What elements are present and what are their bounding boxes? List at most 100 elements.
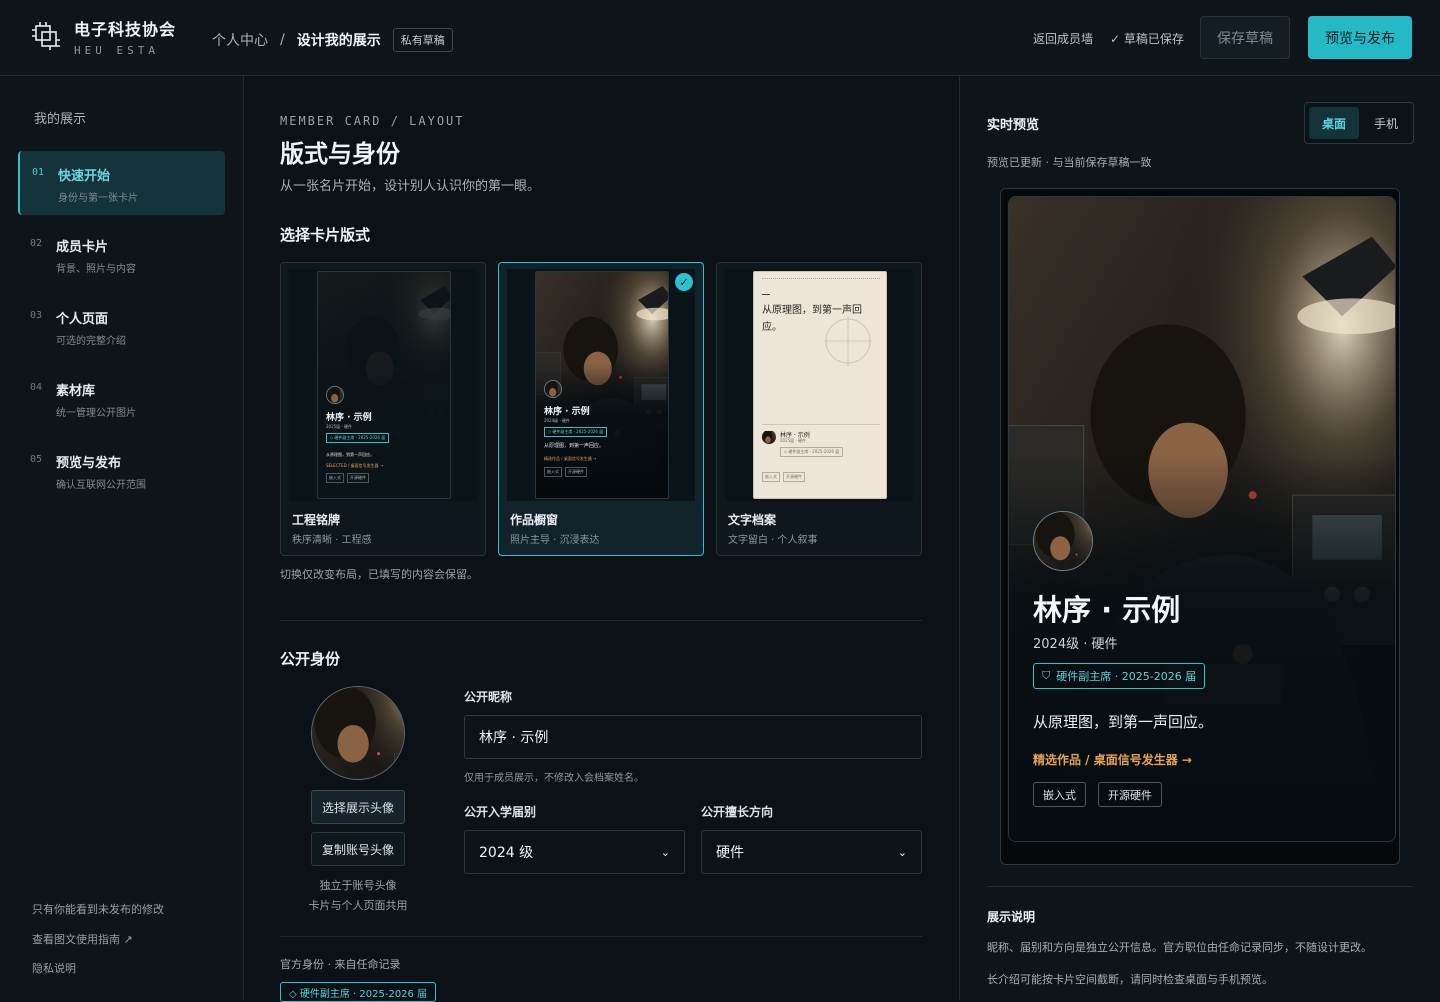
sidebar-item-sub: 身份与第一张卡片 <box>58 193 138 204</box>
avatar-hint: 独立于账号头像 <box>319 879 397 892</box>
card-tag: 开源硬件 <box>1098 782 1162 807</box>
preview-publish-button[interactable]: 预览与发布 <box>1308 16 1412 59</box>
mini-tag: 开源硬件 <box>347 473 369 483</box>
selected-check-icon: ✓ <box>675 273 693 291</box>
mini-name: 林序 · 示例 <box>544 407 590 417</box>
layout-thumbnail: 林序 · 示例 2025届 · 硬件 ◇ 硬件副主席 · 2025-2026 届… <box>289 269 477 501</box>
layout-card-nameplate[interactable]: 林序 · 示例 2025届 · 硬件 ◇ 硬件副主席 · 2025-2026 届… <box>280 262 486 556</box>
mini-tags: 嵌入式 开源硬件 <box>326 473 369 483</box>
sidebar-item-sub: 统一管理公开图片 <box>56 408 136 419</box>
preview-panel: 实时预览 桌面 手机 预览已更新 · 与当前保存草稿一致 林序 · 示例 202… <box>959 76 1440 1000</box>
card-avatar-photo <box>1034 512 1092 570</box>
privacy-link[interactable]: 隐私说明 <box>32 960 76 976</box>
top-bar: 电子科技协会 HEU ESTA 个人中心 / 设计我的展示 私有草稿 返回成员墙… <box>0 0 1440 76</box>
layout-thumbnail: 林序 · 示例 2024级 · 硬件 ◇ 硬件副主席 · 2025-2026 届… <box>507 269 695 501</box>
sidebar-item-publish[interactable]: 05 预览与发布 确认互联网公开范围 <box>18 438 225 502</box>
direction-label: 公开擅长方向 <box>701 805 774 819</box>
chevron-down-icon: ⌄ <box>660 845 670 859</box>
avatar-hint-2: 卡片与个人页面共用 <box>308 899 408 912</box>
layout-card-showcase[interactable]: 林序 · 示例 2024级 · 硬件 ◇ 硬件副主席 · 2025-2026 届… <box>498 262 704 556</box>
sidebar-item-num: 02 <box>30 238 43 249</box>
sidebar-item-num: 01 <box>32 167 45 178</box>
breadcrumb-sep: / <box>280 32 285 48</box>
mini-link: SELECTED / 桌面信号发生器 → <box>326 463 384 468</box>
mini-tags: 嵌入式 开源硬件 <box>544 467 587 477</box>
mini-tags: 嵌入式 开源硬件 <box>762 472 805 482</box>
sidebar-item-member-card[interactable]: 02 成员卡片 背景、照片与内容 <box>18 222 225 286</box>
direction-select[interactable]: 硬件 ⌄ <box>701 830 922 874</box>
layout-name: 工程铭牌 <box>292 513 341 527</box>
avatar-photo <box>312 687 404 779</box>
year-label: 公开入学届别 <box>464 805 537 819</box>
mini-role: ◇ 硬件副主席 · 2025-2026 届 <box>544 427 608 437</box>
nickname-input[interactable]: 林序 · 示例 <box>464 715 922 759</box>
unpublished-note: 只有你能看到未发布的修改 <box>32 903 164 916</box>
sidebar-item-num: 05 <box>30 454 43 465</box>
sidebar-item-sub: 确认互联网公开范围 <box>56 480 146 491</box>
breadcrumb-current: 设计我的展示 <box>296 33 381 49</box>
sidebar-item-assets[interactable]: 04 素材库 统一管理公开图片 <box>18 366 225 430</box>
layout-sub: 秩序清晰 · 工程感 <box>292 535 372 546</box>
divider <box>280 936 922 937</box>
draft-saved-status: ✓ 草稿已保存 <box>1110 32 1184 46</box>
chip-logo-icon <box>32 22 60 50</box>
sidebar-item-label: 个人页面 <box>56 312 109 327</box>
explain-line: 昵称、届别和方向是独立公开信息。官方职位由任命记录同步，不随设计更改。 <box>987 941 1372 954</box>
guide-link[interactable]: 查看图文使用指南 ↗ <box>32 931 133 947</box>
mini-name: 林序 · 示例 <box>326 413 372 423</box>
preview-frame: 林序 · 示例 2024级 · 硬件 ⛉ 硬件副主席 · 2025-2026 届… <box>1000 188 1400 865</box>
layout-sub: 文字留白 · 个人叙事 <box>728 535 818 546</box>
mini-tag: 开源硬件 <box>565 467 587 477</box>
choose-avatar-button[interactable]: 选择展示头像 <box>311 790 405 824</box>
sidebar-item-personal-page[interactable]: 03 个人页面 可选的完整介绍 <box>18 294 225 358</box>
toggle-mobile[interactable]: 手机 <box>1361 107 1411 139</box>
nickname-hint: 仅用于成员展示，不修改入会档案姓名。 <box>464 773 644 784</box>
nickname-value: 林序 · 示例 <box>479 730 549 746</box>
year-value: 2024 级 <box>479 845 534 861</box>
mini-role: ◇ 硬件副主席 · 2025-2026 届 <box>780 447 844 457</box>
layout-note: 切换仅改变布局，已填写的内容会保留。 <box>280 568 478 581</box>
save-draft-button[interactable]: 保存草稿 <box>1200 16 1290 59</box>
brand-name: 电子科技协会 <box>74 20 177 39</box>
mini-tag: 嵌入式 <box>326 473 344 483</box>
divider <box>280 620 922 621</box>
sidebar-item-sub: 背景、照片与内容 <box>56 264 136 275</box>
brand-name-en: HEU ESTA <box>74 44 159 57</box>
sidebar-item-label: 成员卡片 <box>56 240 109 255</box>
shield-icon: ⛉ <box>1042 669 1051 682</box>
page-title: 版式与身份 <box>280 140 400 168</box>
identity-heading: 公开身份 <box>280 650 341 668</box>
breadcrumb-root[interactable]: 个人中心 <box>212 30 268 50</box>
mini-tag: 嵌入式 <box>544 467 562 477</box>
preview-member-card: 林序 · 示例 2024级 · 硬件 ⛉ 硬件副主席 · 2025-2026 届… <box>1008 196 1396 842</box>
breadcrumb: 个人中心 / 设计我的展示 私有草稿 <box>212 28 453 52</box>
sidebar-item-num: 03 <box>30 310 43 321</box>
card-role-badge: ⛉ 硬件副主席 · 2025-2026 届 <box>1033 663 1206 689</box>
layout-card-text-archive[interactable]: 从原理图，到第一声回应。 林序 · 示例 2025届 · 硬件 ◇ 硬件副主席 … <box>716 262 922 556</box>
card-name: 林序 · 示例 <box>1033 593 1181 627</box>
card-avatar <box>1033 511 1093 571</box>
explain-title: 展示说明 <box>987 910 1036 924</box>
layout-name: 作品橱窗 <box>510 513 559 527</box>
section-eyebrow: MEMBER CARD / LAYOUT <box>280 114 465 128</box>
back-to-wall-link[interactable]: 返回成员墙 <box>1033 30 1093 47</box>
copy-account-avatar-button[interactable]: 复制账号头像 <box>311 832 405 866</box>
preview-status: 预览已更新 · 与当前保存草稿一致 <box>987 156 1152 169</box>
toggle-desktop[interactable]: 桌面 <box>1309 107 1359 139</box>
card-featured-link[interactable]: 精选作品 / 桌面信号发生器 → <box>1033 751 1192 768</box>
sidebar-item-sub: 可选的完整介绍 <box>56 336 126 347</box>
official-role-tag: ◇ 硬件副主席 · 2025-2026 届 <box>280 982 437 1002</box>
main-content: MEMBER CARD / LAYOUT 版式与身份 从一张名片开始，设计别人认… <box>245 76 958 1002</box>
year-select[interactable]: 2024 级 ⌄ <box>464 830 685 874</box>
crosshair-icon <box>824 316 872 366</box>
direction-value: 硬件 <box>716 845 744 861</box>
sidebar-item-num: 04 <box>30 382 43 393</box>
divider <box>987 886 1413 887</box>
display-avatar[interactable] <box>311 686 405 780</box>
sidebar-item-quick-start[interactable]: 01 快速开始 身份与第一张卡片 <box>18 151 225 215</box>
mini-card-text: 从原理图，到第一声回应。 林序 · 示例 2025届 · 硬件 ◇ 硬件副主席 … <box>753 271 887 499</box>
layout-sub: 照片主导 · 沉浸表达 <box>510 535 600 546</box>
card-tag: 嵌入式 <box>1033 782 1086 807</box>
layout-thumbnail: 从原理图，到第一声回应。 林序 · 示例 2025届 · 硬件 ◇ 硬件副主席 … <box>725 269 913 501</box>
mini-meta: 2025届 · 硬件 <box>780 438 806 443</box>
